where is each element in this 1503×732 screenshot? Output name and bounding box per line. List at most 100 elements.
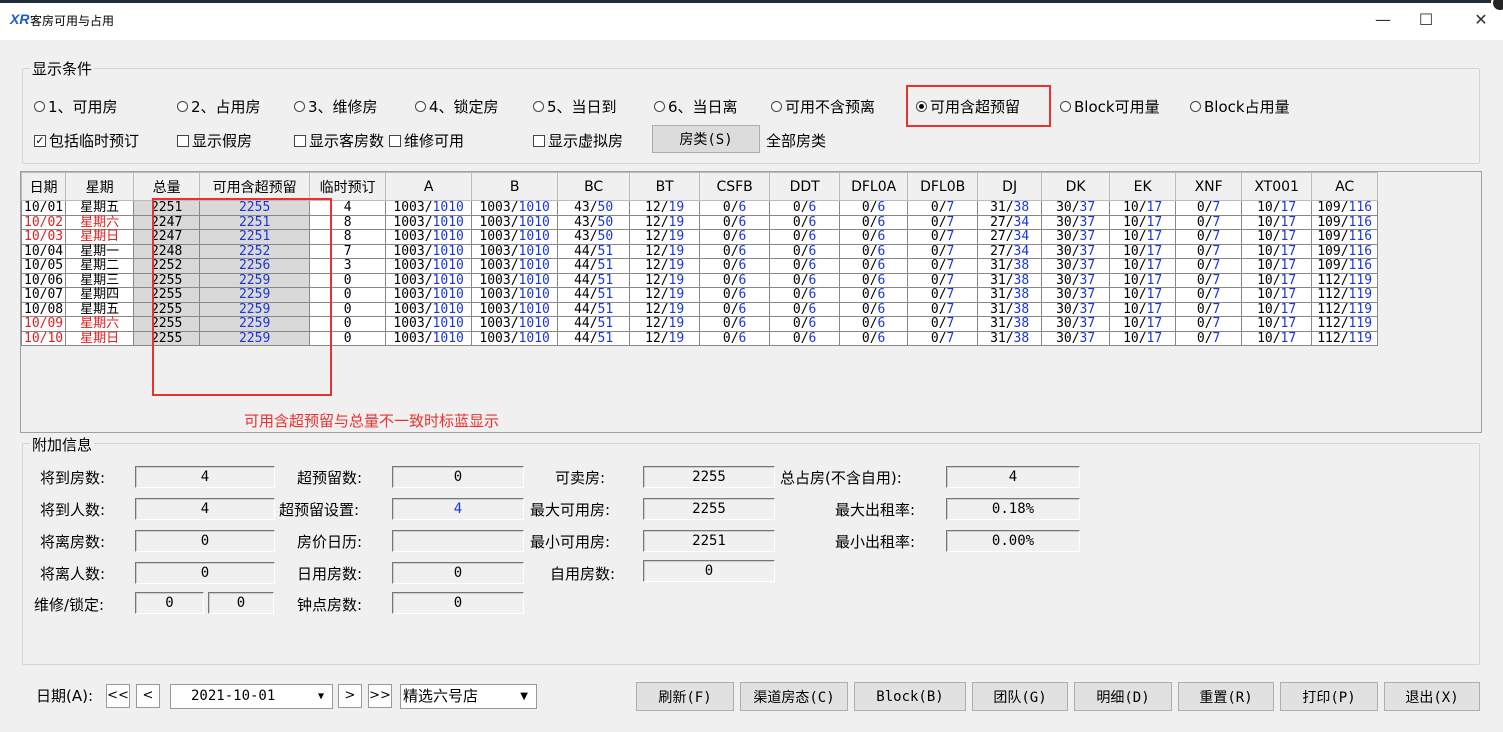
- column-header[interactable]: BC: [557, 172, 631, 201]
- avail-count: 0: [722, 272, 731, 288]
- highlight-box-columns: [152, 198, 332, 396]
- avail-count: 1003: [479, 200, 511, 216]
- refresh-button[interactable]: 刷新(F): [636, 682, 734, 711]
- column-header[interactable]: B: [471, 172, 559, 201]
- separator: /: [589, 330, 598, 346]
- radio-circle-icon[interactable]: [1060, 101, 1071, 112]
- group-button[interactable]: 团队(G): [972, 682, 1068, 711]
- radio-occupied[interactable]: 2、占用房: [177, 96, 261, 117]
- column-header[interactable]: 日期: [20, 172, 67, 201]
- date-picker[interactable]: 2021-10-01 ▼: [170, 684, 333, 709]
- checkbox-icon[interactable]: [389, 134, 401, 147]
- column-header[interactable]: EK: [1109, 172, 1177, 201]
- total-count: 6: [877, 258, 886, 274]
- check-show-room-count[interactable]: 显示客房数: [294, 130, 384, 151]
- column-header[interactable]: CSFB: [699, 172, 771, 201]
- radio-available[interactable]: 1、可用房: [34, 96, 118, 117]
- detail-button[interactable]: 明细(D): [1074, 682, 1172, 711]
- separator: /: [1204, 229, 1213, 245]
- radio-circle-icon[interactable]: [533, 101, 544, 112]
- radio-block-occupied[interactable]: Block占用量: [1190, 96, 1290, 117]
- check-include-temp[interactable]: ✓ 包括临时预订: [34, 130, 139, 151]
- checkbox-checked-icon[interactable]: ✓: [34, 134, 46, 147]
- minimize-button[interactable]: —: [1363, 8, 1403, 32]
- avail-count: 1003: [393, 287, 425, 303]
- column-header[interactable]: XT001: [1241, 172, 1313, 201]
- radio-circle-icon[interactable]: [34, 101, 45, 112]
- chevron-down-icon[interactable]: ▼: [318, 685, 324, 708]
- close-button[interactable]: ✕: [1461, 8, 1501, 32]
- avail-count: 27: [990, 214, 1006, 230]
- max-occ-field: 0.18%: [946, 498, 1080, 520]
- hotel-select[interactable]: 精选六号店 ▼: [400, 684, 537, 709]
- column-header[interactable]: DFL0B: [907, 172, 979, 201]
- channel-status-button[interactable]: 渠道房态(C): [740, 682, 848, 711]
- check-show-fake-rooms[interactable]: 显示假房: [177, 130, 252, 151]
- column-header[interactable]: 星期: [65, 172, 135, 201]
- column-header[interactable]: A: [385, 172, 473, 201]
- checkbox-icon[interactable]: [177, 134, 189, 147]
- column-header[interactable]: 总量: [133, 172, 201, 201]
- separator: /: [1204, 287, 1213, 303]
- radio-circle-icon[interactable]: [415, 101, 426, 112]
- cell-date: 10/05: [20, 258, 67, 274]
- radio-circle-icon[interactable]: [177, 101, 188, 112]
- separator: /: [1340, 243, 1349, 259]
- exit-button[interactable]: 退出(X): [1384, 682, 1480, 711]
- radio-available-excl-departure[interactable]: 可用不含预离: [771, 96, 875, 117]
- cell-weekday: 星期三: [65, 272, 135, 288]
- avail-count: 109: [1317, 214, 1341, 230]
- radio-circle-icon[interactable]: [654, 101, 665, 112]
- radio-circle-icon[interactable]: [294, 101, 305, 112]
- checkbox-icon[interactable]: [533, 134, 545, 147]
- column-header[interactable]: DJ: [977, 172, 1043, 201]
- check-maint-available[interactable]: 维修可用: [389, 130, 464, 151]
- maximize-button[interactable]: ☐: [1406, 8, 1446, 32]
- separator: /: [660, 200, 669, 216]
- column-header[interactable]: BT: [629, 172, 701, 201]
- chevron-down-icon[interactable]: ▼: [520, 685, 528, 708]
- avail-count: 0: [930, 258, 939, 274]
- check-show-virtual[interactable]: 显示虚拟房: [533, 130, 623, 151]
- room-type-button[interactable]: 房类(S): [652, 125, 760, 153]
- column-header[interactable]: DK: [1041, 172, 1111, 201]
- radio-arrival-today[interactable]: 5、当日到: [533, 96, 617, 117]
- column-header[interactable]: AC: [1311, 172, 1379, 201]
- cell-room-type-value: 0/7: [1175, 301, 1243, 317]
- radio-circle-icon[interactable]: [771, 101, 782, 112]
- over-reserve-label: 超预留数:: [297, 469, 363, 487]
- total-count: 50: [597, 200, 614, 216]
- avail-count: 10: [1257, 258, 1273, 274]
- reset-button[interactable]: 重置(R): [1178, 682, 1274, 711]
- radio-locked[interactable]: 4、锁定房: [415, 96, 499, 117]
- radio-block-available[interactable]: Block可用量: [1060, 96, 1160, 117]
- avail-count: 30: [1056, 330, 1072, 346]
- total-count: 1010: [518, 301, 550, 317]
- checkbox-icon[interactable]: [294, 134, 306, 147]
- cell-room-type-value: 1003/1010: [471, 214, 559, 230]
- next-button[interactable]: >: [338, 684, 362, 708]
- radio-circle-icon[interactable]: [1190, 101, 1201, 112]
- column-header[interactable]: XNF: [1175, 172, 1243, 201]
- total-count: 7: [946, 258, 955, 274]
- separator: /: [589, 316, 598, 332]
- cell-room-type-value: 1003/1010: [471, 200, 559, 216]
- radio-maintenance[interactable]: 3、维修房: [294, 96, 378, 117]
- column-header[interactable]: 临时预订: [309, 172, 387, 201]
- prev-button[interactable]: <: [136, 684, 160, 708]
- first-page-button[interactable]: <<: [106, 684, 130, 708]
- cell-room-type-value: 1003/1010: [385, 301, 473, 317]
- avail-count: 27: [990, 229, 1006, 245]
- separator: /: [1138, 243, 1147, 259]
- column-header[interactable]: DDT: [769, 172, 841, 201]
- last-page-button[interactable]: >>: [368, 684, 392, 708]
- avail-count: 0: [722, 243, 731, 259]
- column-header[interactable]: 可用含超预留: [199, 172, 311, 201]
- avail-count: 0: [792, 316, 801, 332]
- print-button[interactable]: 打印(P): [1280, 682, 1378, 711]
- avail-count: 0: [1196, 316, 1205, 332]
- column-header[interactable]: DFL0A: [839, 172, 909, 201]
- block-button[interactable]: Block(B): [854, 682, 966, 711]
- radio-departure-today[interactable]: 6、当日离: [654, 96, 738, 117]
- separator: /: [1071, 301, 1080, 317]
